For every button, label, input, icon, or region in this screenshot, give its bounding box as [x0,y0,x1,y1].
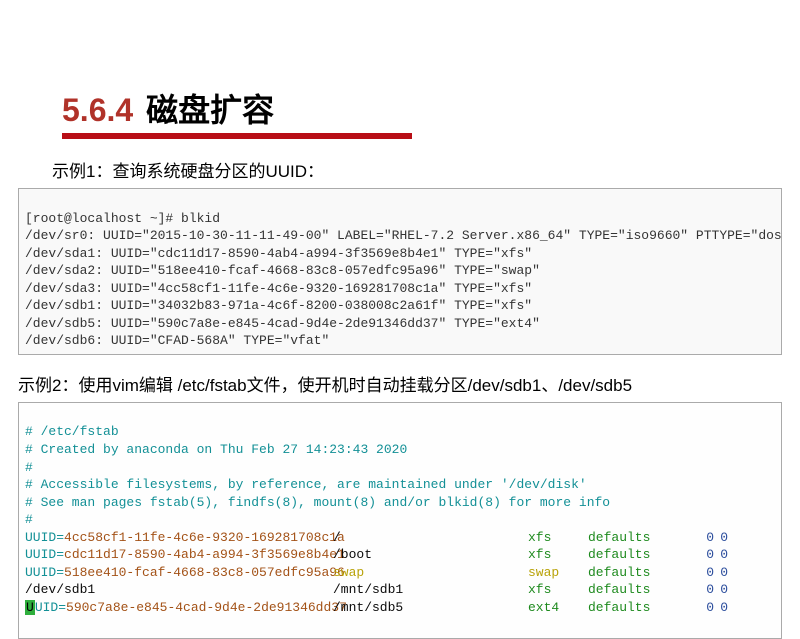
terminal-blkid: [root@localhost ~]# blkid /dev/sr0: UUID… [18,188,782,355]
fstab-mount: swap [333,564,528,582]
blkid-line: /dev/sda2: UUID="518ee410-fcaf-4668-83c8… [25,263,540,278]
fstab-rows: UUID=4cc58cf1-11fe-4c6e-9320-169281708c1… [25,529,775,617]
fstab-opts: defaults [588,599,696,617]
fstab-pass: 0 [714,529,728,547]
fstab-device: /dev/sdb1 [25,581,333,599]
cmd-line: [root@localhost ~]# blkid [25,211,220,226]
fstab-pass: 0 [714,599,728,617]
fstab-comment: # /etc/fstab [25,424,119,439]
slide-title: 5.6.4 磁盘扩容 [62,85,274,131]
fstab-dump: 0 [696,581,714,599]
fstab-opts: defaults [588,529,696,547]
fstab-comment: # [25,460,33,475]
fstab-mount: /mnt/sdb5 [333,599,528,617]
fstab-entry: UUID=590c7a8e-e845-4cad-9d4e-2de91346dd3… [25,599,775,617]
fstab-comment: # Created by anaconda on Thu Feb 27 14:2… [25,442,407,457]
vim-cursor: U [25,600,35,615]
fstab-fstype: ext4 [528,599,588,617]
fstab-device: UUID=518ee410-fcaf-4668-83c8-057edfc95a9… [25,564,333,582]
fstab-entry: /dev/sdb1/mnt/sdb1xfsdefaults00 [25,581,775,599]
fstab-opts: defaults [588,546,696,564]
fstab-device: UUID=4cc58cf1-11fe-4c6e-9320-169281708c1… [25,529,333,547]
fstab-mount: /boot [333,546,528,564]
fstab-opts: defaults [588,564,696,582]
fstab-dump: 0 [696,564,714,582]
fstab-fstype: swap [528,564,588,582]
fstab-pass: 0 [714,546,728,564]
terminal-fstab: # /etc/fstab # Created by anaconda on Th… [18,402,782,639]
blkid-line: /dev/sdb6: UUID="CFAD-568A" TYPE="vfat" [25,333,329,348]
blkid-line: /dev/sda1: UUID="cdc11d17-8590-4ab4-a994… [25,246,532,261]
fstab-fstype: xfs [528,529,588,547]
fstab-pass: 0 [714,581,728,599]
fstab-fstype: xfs [528,546,588,564]
blkid-line: /dev/sr0: UUID="2015-10-30-11-11-49-00" … [25,228,782,243]
title-text: 磁盘扩容 [146,92,274,128]
fstab-comment: # [25,512,33,527]
slide-title-block: 5.6.4 磁盘扩容 [0,0,800,139]
title-number: 5.6.4 [62,92,133,128]
fstab-comment: # See man pages fstab(5), findfs(8), mou… [25,495,610,510]
fstab-entry: UUID=4cc58cf1-11fe-4c6e-9320-169281708c1… [25,529,775,547]
blkid-line: /dev/sdb1: UUID="34032b83-971a-4c6f-8200… [25,298,532,313]
fstab-dump: 0 [696,529,714,547]
fstab-comment: # Accessible filesystems, by reference, … [25,477,587,492]
fstab-dump: 0 [696,546,714,564]
blkid-line: /dev/sdb5: UUID="590c7a8e-e845-4cad-9d4e… [25,316,540,331]
fstab-opts: defaults [588,581,696,599]
fstab-device: UUID=cdc11d17-8590-4ab4-a994-3f3569e8b4e… [25,546,333,564]
fstab-dump: 0 [696,599,714,617]
fstab-device: UUID=590c7a8e-e845-4cad-9d4e-2de91346dd3… [25,599,333,617]
fstab-fstype: xfs [528,581,588,599]
fstab-pass: 0 [714,564,728,582]
example2-label: 示例2：使用vim编辑 /etc/fstab文件，使开机时自动挂载分区/dev/… [0,355,800,396]
blkid-line: /dev/sda3: UUID="4cc58cf1-11fe-4c6e-9320… [25,281,532,296]
fstab-mount: /mnt/sdb1 [333,581,528,599]
example1-label: 示例1：查询系统硬盘分区的UUID： [0,139,800,182]
fstab-entry: UUID=518ee410-fcaf-4668-83c8-057edfc95a9… [25,564,775,582]
fstab-mount: / [333,529,528,547]
fstab-entry: UUID=cdc11d17-8590-4ab4-a994-3f3569e8b4e… [25,546,775,564]
